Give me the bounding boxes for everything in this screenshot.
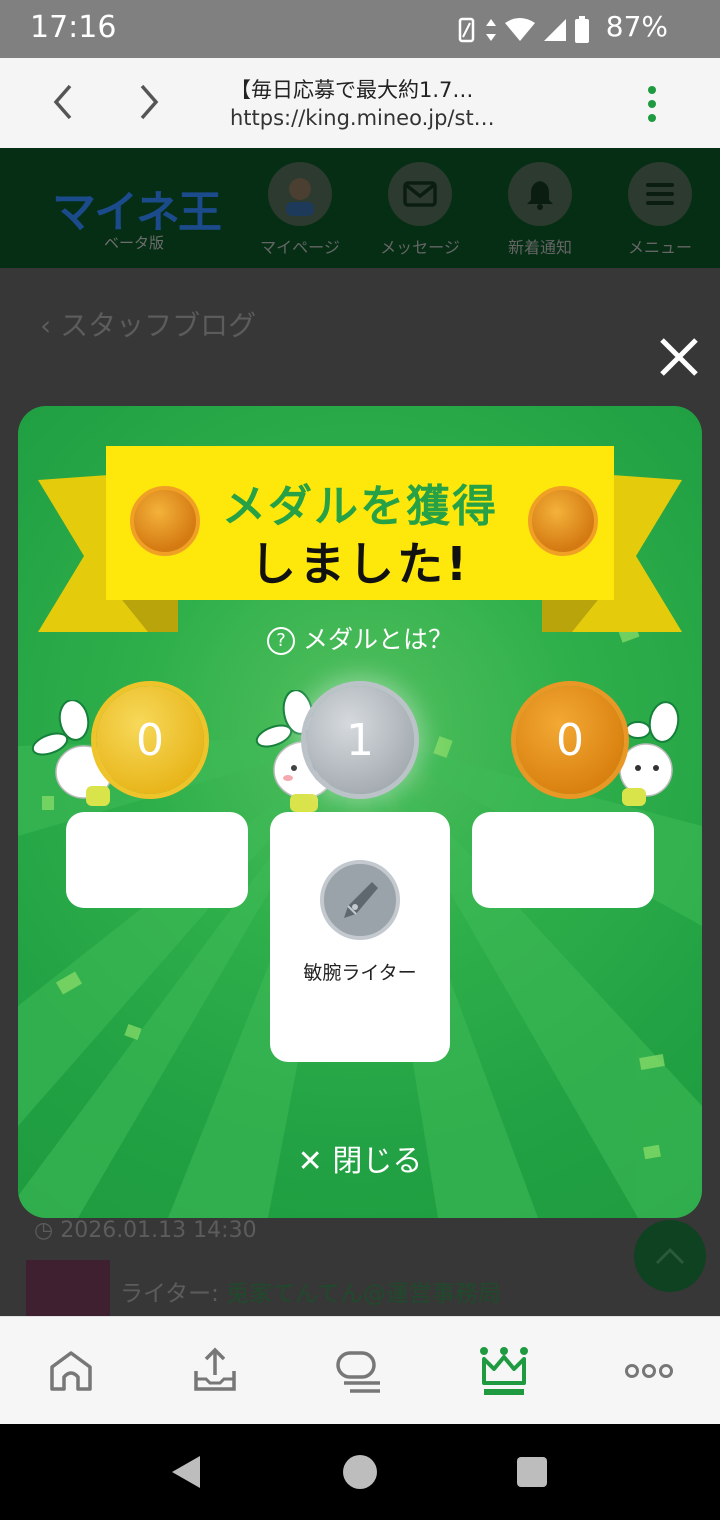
header-mypage[interactable]: マイページ xyxy=(245,162,355,258)
nav-king[interactable] xyxy=(478,1345,528,1397)
data-arrows-icon xyxy=(486,19,496,41)
pen-nib-glyph xyxy=(344,882,378,918)
gold-medal-card xyxy=(66,812,248,908)
bottom-nav xyxy=(0,1316,720,1424)
header-menu[interactable]: メニュー xyxy=(605,162,715,258)
nav-board[interactable] xyxy=(334,1345,384,1397)
mail-icon xyxy=(403,181,437,207)
signal-icon xyxy=(544,19,566,41)
browser-toolbar: 【毎日応募で最大約1.7… https://king.mineo.jp/st… xyxy=(0,58,720,148)
silver-medal-count: 1 xyxy=(306,686,414,794)
scroll-to-top-button[interactable] xyxy=(634,1220,706,1292)
medal-help-label: メダルとは？ xyxy=(302,625,453,654)
upload-tray-icon xyxy=(194,1347,236,1391)
dot-icon xyxy=(648,86,656,94)
wifi-icon xyxy=(505,18,535,41)
badge-name: 敏腕ライター xyxy=(303,962,417,984)
hamburger-icon xyxy=(646,183,674,205)
dot-icon xyxy=(648,100,656,108)
chevron-left-icon: ‹ xyxy=(40,309,61,342)
header-messages-label: メッセージ xyxy=(380,238,460,257)
bronze-medal-card xyxy=(472,812,654,908)
crown-icon xyxy=(480,1347,528,1395)
pen-nib-icon xyxy=(320,860,400,940)
post-date-text: 2026.01.13 14:30 xyxy=(60,1218,257,1243)
status-icons xyxy=(456,16,590,44)
battery-percent: 87% xyxy=(605,10,668,43)
modal-title-line1: メダルを獲得 xyxy=(222,481,498,532)
header-menu-circle xyxy=(628,162,692,226)
dot-icon xyxy=(648,114,656,122)
breadcrumb-label: スタッフブログ xyxy=(60,309,257,342)
writer-link[interactable]: 兎家てんてん@運営事務局 xyxy=(226,1281,501,1307)
status-bar: 17:16 87% xyxy=(0,0,720,58)
nav-post[interactable] xyxy=(190,1345,240,1397)
url-bar[interactable]: https://king.mineo.jp/st… xyxy=(230,106,495,130)
post-writer: ライター: 兎家てんてん@運営事務局 xyxy=(120,1274,501,1308)
home-icon xyxy=(50,1351,92,1391)
nav-home[interactable] xyxy=(46,1345,96,1397)
page-title[interactable]: 【毎日応募で最大約1.7… xyxy=(230,74,473,104)
medal-help-link[interactable]: ? メダルとは？ xyxy=(0,620,720,656)
recents-square-icon[interactable] xyxy=(516,1456,548,1488)
chevron-up-icon xyxy=(655,1247,685,1265)
writer-prefix: ライター: xyxy=(120,1281,227,1307)
bronze-medal-count: 0 xyxy=(516,686,624,794)
avatar xyxy=(268,162,332,226)
chevron-right-icon xyxy=(140,84,159,120)
nav-more[interactable] xyxy=(624,1345,674,1397)
bronze-medal-count-text: 0 xyxy=(556,714,584,766)
post-date: ◷ 2026.01.13 14:30 xyxy=(34,1218,257,1243)
modal-close-label: 閉じる xyxy=(332,1144,423,1179)
status-time: 17:16 xyxy=(30,10,117,45)
close-icon: ✕ xyxy=(297,1144,333,1179)
site-header: マイネ王 ベータ版 マイページ メッセージ 新着通知 メニュー xyxy=(0,148,720,268)
header-notifications-circle xyxy=(508,162,572,226)
back-triangle-icon[interactable] xyxy=(168,1454,204,1490)
header-notifications-label: 新着通知 xyxy=(507,238,572,257)
modal-title-line2: しました! xyxy=(250,537,470,591)
header-notifications[interactable]: 新着通知 xyxy=(485,162,595,258)
system-nav-bar xyxy=(0,1424,720,1520)
header-messages[interactable]: メッセージ xyxy=(365,162,475,258)
header-mypage-label: マイページ xyxy=(260,238,340,257)
more-icon xyxy=(625,1364,673,1378)
writer-thumbnail[interactable] xyxy=(26,1260,110,1320)
chevron-left-icon xyxy=(53,84,72,120)
site-logo-subtitle: ベータ版 xyxy=(104,234,165,252)
back-button[interactable] xyxy=(44,80,84,124)
gold-medal-count-text: 0 xyxy=(136,714,164,766)
clock-icon: ◷ xyxy=(34,1218,61,1243)
header-messages-circle xyxy=(388,162,452,226)
ribbon-banner: メダルを獲得 しました! xyxy=(106,446,614,600)
battery-icon xyxy=(575,16,589,43)
bell-icon xyxy=(527,181,553,210)
site-logo[interactable]: マイネ王 xyxy=(52,176,222,240)
vibrate-icon xyxy=(458,17,475,43)
silver-medal-count-text: 1 xyxy=(346,714,374,766)
overlay-close-button[interactable] xyxy=(656,334,702,380)
avatar-icon xyxy=(286,178,314,216)
question-icon: ? xyxy=(266,627,295,655)
gold-medal-count: 0 xyxy=(96,686,204,794)
modal-close-button[interactable]: ✕ 閉じる xyxy=(0,1136,720,1180)
forward-button[interactable] xyxy=(128,80,168,124)
silver-medal-card[interactable]: 敏腕ライター xyxy=(270,812,450,1062)
browser-menu-button[interactable] xyxy=(640,82,664,126)
header-menu-label: メニュー xyxy=(627,238,692,257)
home-circle-icon[interactable] xyxy=(342,1454,378,1490)
chat-bubble-icon xyxy=(336,1351,380,1393)
close-icon xyxy=(660,338,698,376)
breadcrumb[interactable]: ‹ スタッフブログ xyxy=(40,304,256,344)
